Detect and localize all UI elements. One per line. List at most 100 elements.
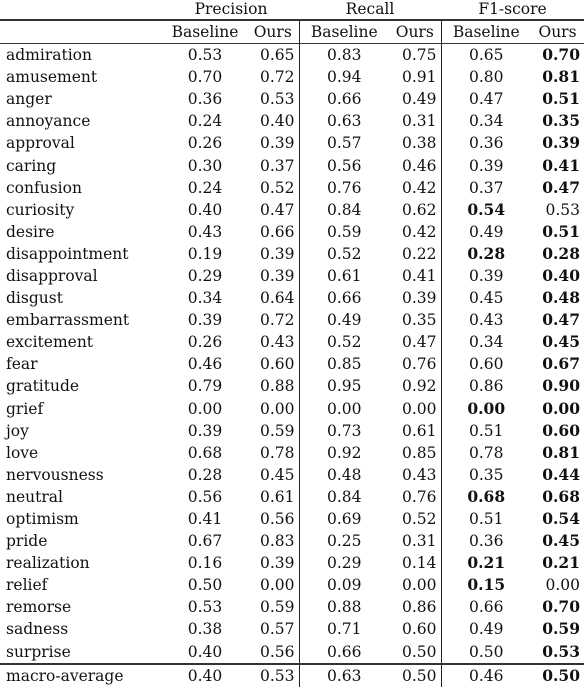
precision-ours-cell: 0.40 — [247, 110, 300, 133]
f1-ours-cell: 0.68 — [542, 486, 581, 506]
f1-baseline-cell: 0.34 — [469, 333, 504, 352]
row-label: amusement — [6, 68, 98, 87]
precision-ours-cell: 0.47 — [247, 198, 300, 221]
row-label: remorse — [6, 598, 72, 617]
f1-baseline-cell: 0.49 — [469, 222, 504, 241]
row-label: neutral — [6, 487, 63, 506]
precision-baseline-cell: 0.36 — [187, 90, 223, 109]
recall-baseline-cell: 0.88 — [327, 598, 362, 617]
f1-ours-cell: 0.59 — [542, 619, 581, 639]
recall-ours-cell: 0.76 — [389, 353, 442, 376]
row-label: excitement — [6, 333, 94, 352]
f1-ours-cell: 0.44 — [542, 464, 581, 484]
recall-ours-cell: 0.43 — [389, 463, 442, 486]
recall-ours-cell: 0.60 — [389, 618, 442, 641]
precision-ours-cell: 0.83 — [247, 530, 300, 553]
f1-baseline-cell: 0.37 — [469, 178, 504, 197]
recall-baseline-cell: 0.83 — [327, 46, 362, 65]
row-label: approval — [6, 134, 75, 153]
row-label: admiration — [6, 46, 92, 65]
precision-baseline-cell: 0.68 — [187, 443, 223, 462]
recall-ours-cell: 0.92 — [389, 375, 442, 398]
precision-ours-cell: 0.39 — [247, 552, 300, 575]
f1-baseline-cell: 0.28 — [467, 243, 506, 263]
row-label: disapproval — [6, 266, 98, 285]
row-label: desire — [6, 222, 55, 241]
row-label: relief — [6, 576, 48, 595]
f1-baseline-cell: 0.36 — [469, 134, 504, 153]
row-label: confusion — [6, 178, 82, 197]
label-column-header — [0, 19, 163, 44]
emotion-metrics-table: Precision Recall F1-score Baseline Ours … — [0, 0, 585, 687]
recall-baseline-cell: 0.73 — [327, 421, 362, 440]
table-row: relief 0.50 0.00 0.09 0.00 0.15 0.00 — [0, 574, 584, 597]
recall-ours-cell: 0.49 — [389, 88, 442, 111]
f1-ours-cell: 0.40 — [542, 265, 581, 285]
precision-baseline-cell: 0.40 — [187, 200, 223, 219]
recall-baseline-cell: 0.09 — [327, 576, 362, 595]
row-label: realization — [6, 554, 90, 573]
table-row: gratitude 0.79 0.88 0.95 0.92 0.86 0.90 — [0, 375, 584, 398]
recall-baseline-cell: 0.63 — [299, 662, 390, 687]
precision-group-header: Precision — [194, 0, 268, 18]
f1-ours-cell: 0.35 — [542, 111, 581, 131]
f1-baseline-cell: 0.43 — [469, 311, 504, 330]
f1-baseline-cell: 0.47 — [469, 90, 504, 109]
f1-ours-cell: 0.53 — [542, 641, 581, 661]
f1-baseline-cell: 0.49 — [469, 620, 504, 639]
f1-ours-cell: 0.70 — [542, 597, 581, 617]
precision-ours-cell: 0.59 — [247, 596, 300, 619]
precision-baseline-cell: 0.46 — [187, 355, 223, 374]
row-label: caring — [6, 156, 57, 175]
precision-baseline-cell: 0.00 — [187, 399, 223, 418]
recall-baseline-cell: 0.52 — [327, 244, 362, 263]
table-row: neutral 0.56 0.61 0.84 0.76 0.68 0.68 — [0, 485, 584, 508]
recall-baseline-cell: 0.29 — [327, 554, 362, 573]
recall-ours-cell: 0.91 — [389, 66, 442, 89]
table-row: anger 0.36 0.53 0.66 0.49 0.47 0.51 — [0, 88, 584, 111]
recall-ours-cell: 0.46 — [389, 154, 442, 177]
precision-baseline-cell: 0.40 — [187, 642, 223, 661]
table-row: fear 0.46 0.60 0.85 0.76 0.60 0.67 — [0, 353, 584, 376]
row-label: love — [6, 443, 39, 462]
f1-ours-cell: 0.54 — [542, 509, 581, 529]
precision-baseline-cell: 0.26 — [187, 134, 223, 153]
f1-ours-cell: 0.47 — [542, 310, 581, 330]
table-row: nervousness 0.28 0.45 0.48 0.43 0.35 0.44 — [0, 463, 584, 486]
precision-ours-cell: 0.78 — [247, 441, 300, 464]
precision-ours-cell: 0.72 — [247, 309, 300, 332]
precision-baseline-cell: 0.34 — [187, 289, 223, 308]
recall-baseline-cell: 0.94 — [327, 68, 362, 87]
table-row: confusion 0.24 0.52 0.76 0.42 0.37 0.47 — [0, 176, 584, 199]
f1-ours-cell: 0.70 — [542, 45, 581, 65]
f1-ours-cell: 0.51 — [542, 221, 581, 241]
table-row: admiration 0.53 0.65 0.83 0.75 0.65 0.70 — [0, 43, 584, 67]
results-table-figure: Precision Recall F1-score Baseline Ours … — [0, 0, 586, 688]
row-label: grief — [6, 399, 44, 418]
precision-ours-cell: 0.43 — [247, 331, 300, 354]
f1-group-header: F1-score — [478, 0, 547, 18]
f1-ours-cell: 0.45 — [542, 531, 581, 551]
precision-baseline-cell: 0.67 — [187, 532, 223, 551]
f1-ours-cell: 0.53 — [545, 200, 581, 219]
macro-average-row: macro-average 0.40 0.53 0.63 0.50 0.46 0.50 — [0, 662, 585, 687]
row-label: macro-average — [0, 662, 163, 687]
f1-baseline-cell: 0.39 — [469, 266, 504, 285]
f1-ours-cell: 0.90 — [542, 376, 581, 396]
precision-baseline-cell: 0.19 — [187, 244, 223, 263]
precision-baseline-cell: 0.29 — [187, 266, 223, 285]
recall-baseline-cell: 0.84 — [327, 487, 362, 506]
table-body: admiration 0.53 0.65 0.83 0.75 0.65 0.70 amusem… — [0, 43, 585, 687]
f1-ours-cell: 0.51 — [542, 89, 581, 109]
f1-baseline-cell: 0.15 — [467, 575, 506, 595]
precision-ours-cell: 0.65 — [247, 43, 300, 67]
f1-baseline-cell: 0.00 — [467, 398, 506, 418]
precision-baseline-cell: 0.53 — [187, 46, 223, 65]
f1-baseline-cell: 0.66 — [469, 598, 504, 617]
f1-baseline-cell: 0.78 — [469, 443, 504, 462]
precision-baseline-cell: 0.24 — [187, 112, 223, 131]
recall-ours-cell: 0.50 — [389, 640, 442, 664]
row-label: surprise — [6, 642, 71, 661]
f1-baseline-cell: 0.54 — [467, 199, 506, 219]
row-label: annoyance — [6, 112, 91, 131]
